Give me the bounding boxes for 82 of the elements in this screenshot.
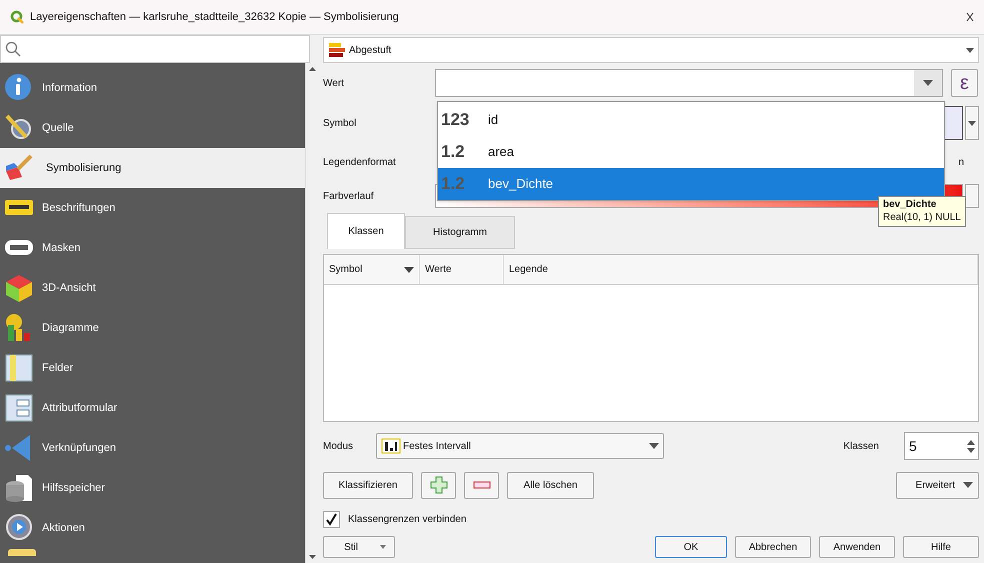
caret-icon [380,545,386,549]
column-header[interactable]: Symbol [324,255,420,284]
remove-class-button[interactable] [464,472,499,498]
folder-icon [8,548,38,556]
dropdown-option[interactable]: 123 id [438,104,944,136]
spin-up-icon[interactable] [967,440,975,444]
expression-button[interactable]: ε [951,69,978,97]
window-title: Layereigenschaften — karlsruhe_stadtteile_32632 Kopie — Symbolisierung [30,10,399,25]
sidebar-item[interactable]: Hilfsspeicher [0,468,305,508]
sidebar-item[interactable]: Aktionen [0,508,305,548]
search-icon [5,41,21,57]
sidebar-item[interactable]: Masken [0,228,305,268]
sidebar-item[interactable]: Symbolisierung [0,148,305,188]
field-type-text: 1.2 [440,173,466,196]
symbol-menu-button[interactable] [965,106,979,140]
dropdown-option[interactable]: 1.2 bev_Dichte [438,168,944,200]
field-name-text: area [488,143,514,162]
tab[interactable]: Histogramm [405,216,515,249]
brush-icon [4,153,34,183]
caret-icon [966,48,974,52]
field-label: Legendenformat [323,156,397,170]
color-ramp-menu-button[interactable] [965,184,979,208]
dropdown-option[interactable]: 1.2 area [438,136,944,168]
close-icon[interactable] [966,12,974,22]
info-icon [4,73,34,103]
column-header[interactable]: Werte [420,255,504,284]
dialog-button[interactable]: Anwenden [819,536,895,558]
form-icon [4,393,34,423]
field-name-text: id [488,111,498,130]
classes-spinbox[interactable]: 5 [904,432,979,460]
renderer-dropdown[interactable]: Abgestuft [323,37,979,63]
sidebar-item[interactable]: 3D-Ansicht [0,268,305,308]
classify-button[interactable]: Klassifizieren [323,472,413,498]
checkbox-label: Klassengrenzen verbinden [348,512,466,526]
column-header[interactable]: Legende [504,255,978,284]
sidebar-item[interactable]: Verknüpfungen [0,428,305,468]
caret-icon [923,80,933,86]
field-label: Wert [323,76,345,90]
app-logo-icon [10,10,24,24]
delete-all-button[interactable]: Alle löschen [507,472,594,498]
scroll-down-icon[interactable] [308,555,316,559]
field-name-text: bev_Dichte [488,175,554,194]
field-label: Farbverlauf [323,190,375,204]
checkbox[interactable] [323,510,340,528]
minus-icon [472,481,490,489]
field-type-text: 1.2 [440,141,466,164]
tooltip-title: bev_Dichte [883,199,938,212]
caret-icon [963,482,973,488]
field-type-text: 123 [440,109,470,132]
caret-icon [968,120,976,126]
table-icon [4,353,34,383]
field-label: Modus [323,440,354,454]
tooltip-text: Real(10, 1) NULL [883,212,961,224]
graduated-icon [328,42,346,58]
field-label: Klassen [843,440,879,454]
search-field[interactable] [0,35,310,63]
scroll-up-icon[interactable] [308,67,316,71]
database-icon [4,473,34,503]
spin-down-icon[interactable] [967,448,975,452]
dialog-button[interactable]: OK [655,536,727,558]
sidebar-item[interactable]: Felder [0,348,305,388]
advanced-button[interactable]: Erweitert [896,472,979,498]
sidebar-item[interactable]: Beschriftungen [0,188,305,228]
caret-icon [404,266,414,272]
sidebar-item[interactable]: Attributformular [0,388,305,428]
sidebar-item[interactable]: Information [0,68,305,108]
dialog-button[interactable]: Abbrechen [735,536,811,558]
sidebar-item[interactable]: Diagramme [0,308,305,348]
style-button[interactable]: Stil [323,536,395,558]
mode-dropdown[interactable]: Festes Intervall [376,433,664,459]
checkmark-icon [325,512,338,526]
plus-icon [430,476,448,494]
dialog-button[interactable]: Hilfe [903,536,979,558]
field-label: Symbol [323,116,358,130]
interval-icon [381,438,401,454]
sidebar-item[interactable]: Quelle [0,108,305,148]
cube-icon [4,273,34,303]
legend-format-text: n [958,156,964,170]
caret-icon [649,443,659,449]
tab[interactable]: Klassen [327,213,405,249]
field-combobox[interactable] [435,69,943,97]
add-class-button[interactable] [421,472,456,498]
